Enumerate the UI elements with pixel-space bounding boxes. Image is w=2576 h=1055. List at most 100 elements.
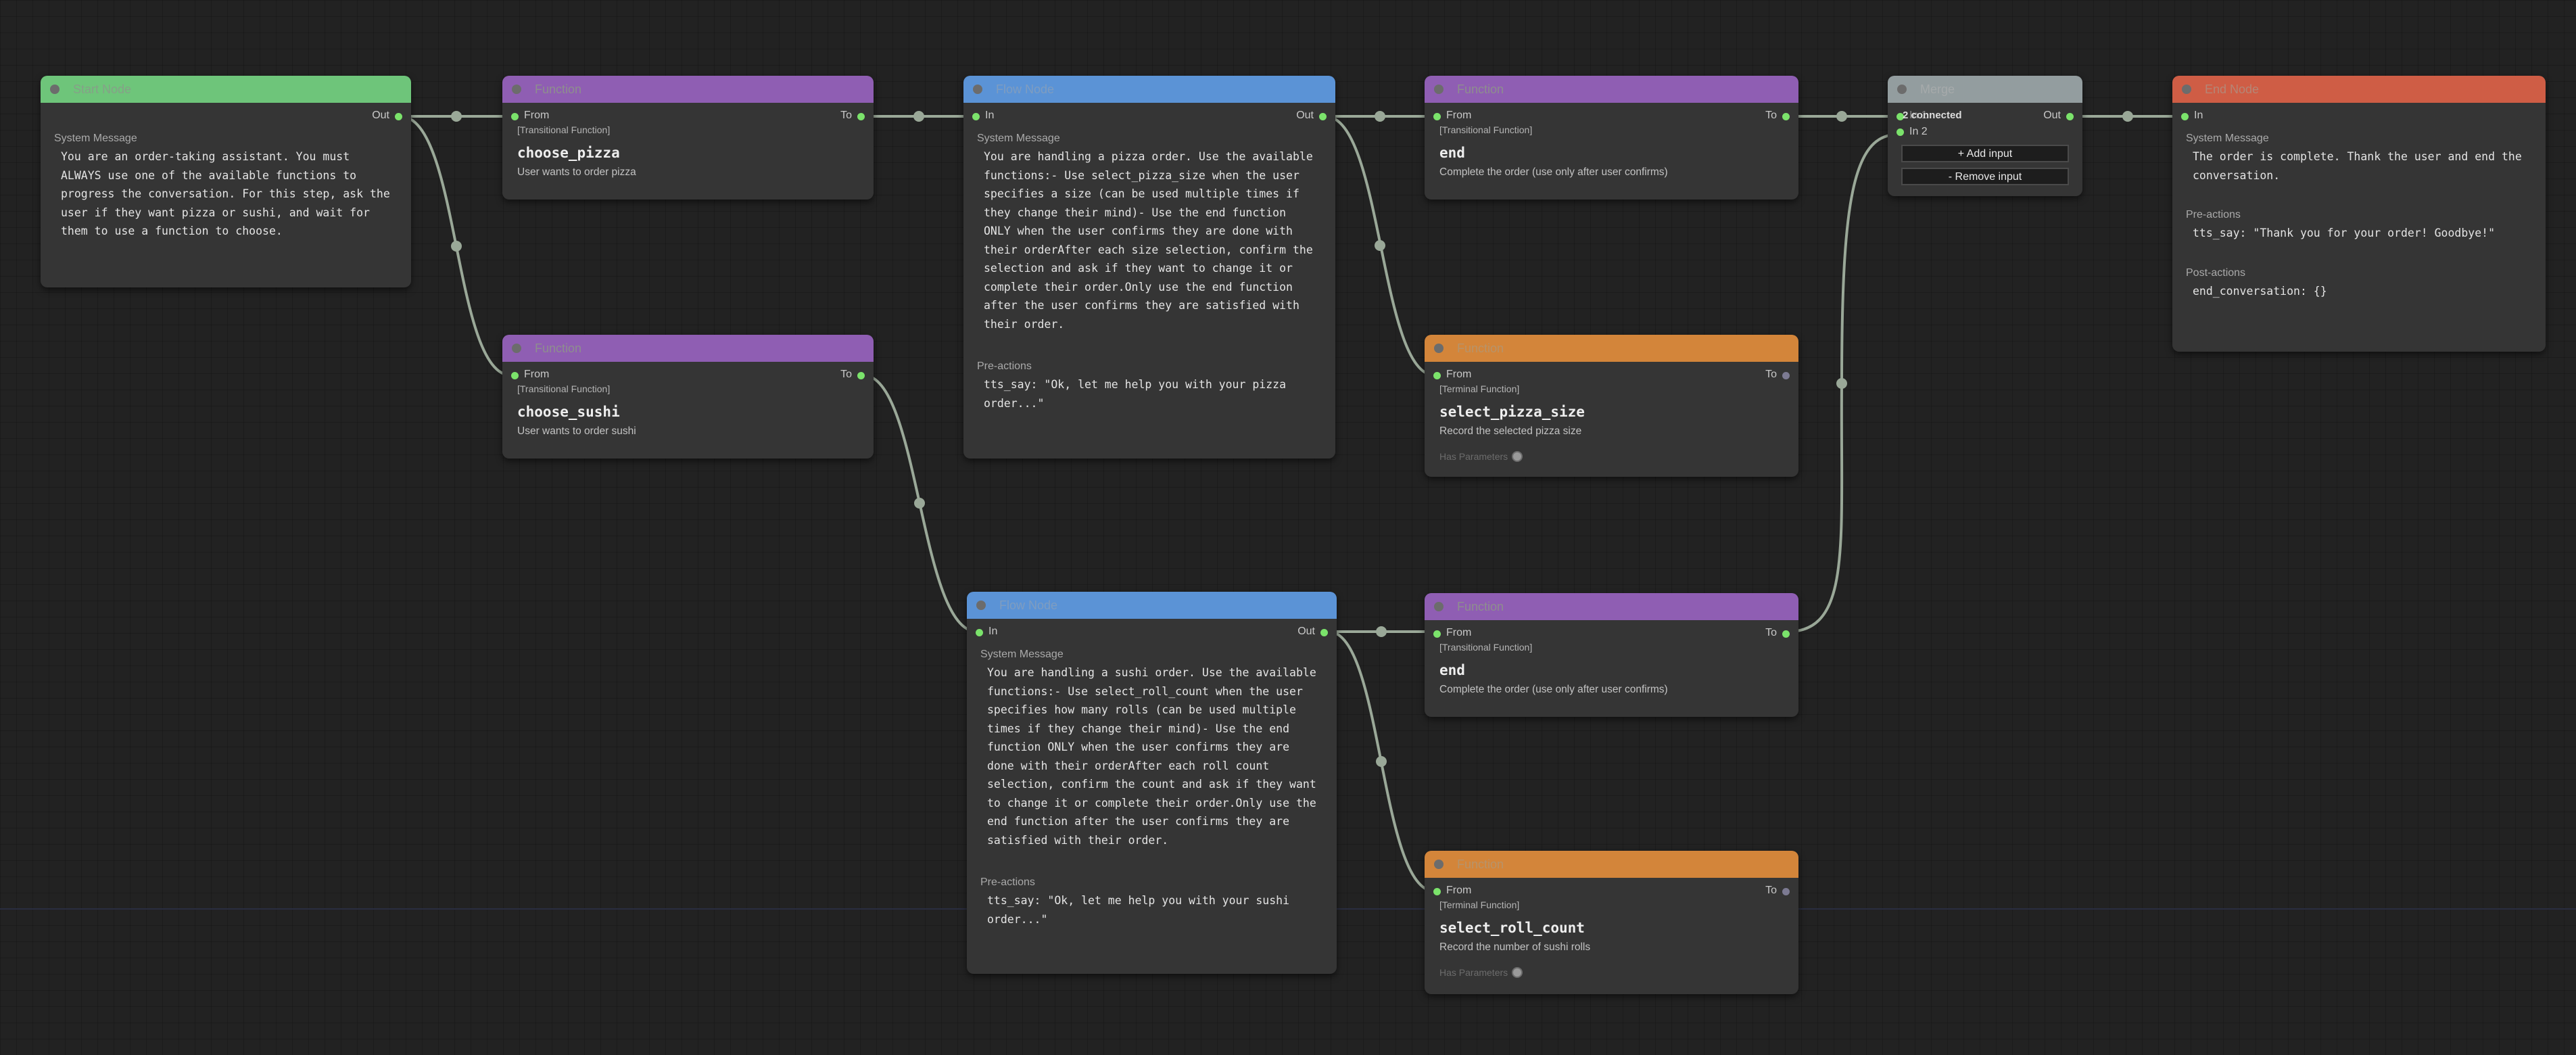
start-node[interactable]: Start Node Out System Message You are an… (41, 76, 411, 287)
wire-reroute-point (1375, 240, 1385, 251)
to-port-label: To (1765, 369, 1777, 380)
to-port-label: To (1765, 627, 1777, 638)
parameters-icon[interactable] (1512, 967, 1523, 978)
wire-start-to-choose-sushi (400, 115, 512, 377)
function-node-header[interactable]: Function (1425, 593, 1798, 620)
to-port-label: To (840, 369, 852, 380)
flow-node-header[interactable]: Flow Node (967, 592, 1337, 619)
system-message-label: System Message (2186, 133, 2269, 144)
collapse-dot-icon[interactable] (1434, 602, 1444, 611)
function-node-end-pizza[interactable]: Function From To [Transitional Function]… (1425, 76, 1798, 200)
from-port[interactable] (1433, 888, 1441, 895)
merge-node[interactable]: Merge In 1 2 connected Out In 2 + Add in… (1888, 76, 2082, 196)
out-port[interactable] (1319, 113, 1327, 120)
add-input-button[interactable]: + Add input (1901, 145, 2069, 162)
out-port[interactable] (1320, 629, 1328, 636)
collapse-dot-icon[interactable] (1434, 344, 1444, 353)
node-title: Merge (1920, 82, 1955, 96)
wire-reroute-point (2122, 111, 2133, 122)
function-name: select_roll_count (1439, 920, 1585, 936)
in-port-label: In (985, 110, 995, 121)
function-node-header[interactable]: Function (502, 76, 874, 103)
function-kind: [Terminal Function] (1439, 899, 1520, 910)
in-port[interactable] (976, 629, 983, 636)
from-port[interactable] (1433, 630, 1441, 638)
collapse-dot-icon[interactable] (976, 601, 986, 610)
collapse-dot-icon[interactable] (512, 344, 521, 353)
collapse-dot-icon[interactable] (1434, 85, 1444, 94)
function-node-choose-pizza[interactable]: Function From To [Transitional Function]… (502, 76, 874, 200)
from-port-label: From (1446, 627, 1472, 638)
node-title: Function (1457, 82, 1504, 96)
start-node-header[interactable]: Start Node (41, 76, 411, 103)
collapse-dot-icon[interactable] (2182, 85, 2191, 94)
to-port[interactable] (1782, 630, 1790, 638)
flow-node-pizza[interactable]: Flow Node In Out System Message You are … (963, 76, 1335, 459)
remove-input-button[interactable]: - Remove input (1901, 168, 2069, 185)
parameters-icon[interactable] (1512, 451, 1523, 462)
collapse-dot-icon[interactable] (50, 85, 59, 94)
to-port-label: To (840, 110, 852, 121)
function-description: User wants to order sushi (517, 425, 636, 437)
connected-status: 2 connected (1903, 110, 1962, 121)
from-port-label: From (524, 369, 550, 380)
pre-actions-text: tts_say: "Thank you for your order! Good… (2193, 227, 2496, 239)
function-node-header[interactable]: Function (502, 335, 874, 362)
node-title: Flow Node (999, 598, 1058, 612)
function-node-header[interactable]: Function (1425, 851, 1798, 878)
out-port[interactable] (395, 113, 402, 120)
wire-reroute-point (1376, 626, 1387, 637)
end-node[interactable]: End Node In System Message The order is … (2172, 76, 2546, 352)
collapse-dot-icon[interactable] (973, 85, 982, 94)
function-node-choose-sushi[interactable]: Function From To [Transitional Function]… (502, 335, 874, 459)
function-name: choose_sushi (517, 404, 620, 420)
in-port[interactable] (972, 113, 980, 120)
to-port-label: To (1765, 885, 1777, 896)
out-port[interactable] (2066, 113, 2074, 120)
to-port[interactable] (857, 372, 865, 379)
node-title: End Node (2205, 82, 2260, 96)
pre-actions-label: Pre-actions (2186, 209, 2241, 220)
end-node-header[interactable]: End Node (2172, 76, 2546, 103)
to-port[interactable] (1782, 113, 1790, 120)
node-title: Start Node (73, 82, 132, 96)
in-2-port-label: In 2 (1909, 126, 1928, 137)
from-port-label: From (524, 110, 550, 121)
merge-node-header[interactable]: Merge (1888, 76, 2082, 103)
collapse-dot-icon[interactable] (512, 85, 521, 94)
function-node-header[interactable]: Function (1425, 76, 1798, 103)
has-parameters-label: Has Parameters (1439, 451, 1508, 462)
collapse-dot-icon[interactable] (1897, 85, 1907, 94)
to-port[interactable] (1782, 372, 1790, 379)
system-message-label: System Message (54, 133, 137, 144)
flow-node-header[interactable]: Flow Node (963, 76, 1335, 103)
post-actions-label: Post-actions (2186, 266, 2246, 279)
wire-reroute-point (1376, 756, 1387, 767)
function-kind: [Transitional Function] (1439, 642, 1533, 653)
has-parameters-indicator: Has Parameters (1425, 967, 1798, 978)
to-port[interactable] (1782, 888, 1790, 895)
wire-reroute-point (451, 241, 462, 252)
out-port-label: Out (372, 110, 389, 121)
function-kind: [Transitional Function] (517, 124, 611, 135)
wire-flow-sushi-to-select-roll-count (1328, 630, 1435, 893)
function-node-select-roll-count[interactable]: Function From To [Terminal Function] sel… (1425, 851, 1798, 994)
from-port[interactable] (511, 113, 519, 120)
from-port[interactable] (1433, 372, 1441, 379)
to-port[interactable] (857, 113, 865, 120)
from-port[interactable] (511, 372, 519, 379)
in-port[interactable] (2181, 113, 2189, 120)
function-description: Complete the order (use only after user … (1439, 684, 1668, 695)
collapse-dot-icon[interactable] (1434, 860, 1444, 869)
function-name: select_pizza_size (1439, 404, 1585, 420)
in-2-port[interactable] (1897, 128, 1904, 136)
from-port[interactable] (1433, 113, 1441, 120)
node-title: Function (1457, 599, 1504, 613)
function-node-header[interactable]: Function (1425, 335, 1798, 362)
function-node-end-sushi[interactable]: Function From To [Transitional Function]… (1425, 593, 1798, 717)
out-port-label: Out (1297, 626, 1315, 637)
system-message-label: System Message (980, 649, 1064, 660)
node-title: Function (1457, 341, 1504, 355)
flow-node-sushi[interactable]: Flow Node In Out System Message You are … (967, 592, 1337, 974)
function-node-select-pizza-size[interactable]: Function From To [Terminal Function] sel… (1425, 335, 1798, 477)
